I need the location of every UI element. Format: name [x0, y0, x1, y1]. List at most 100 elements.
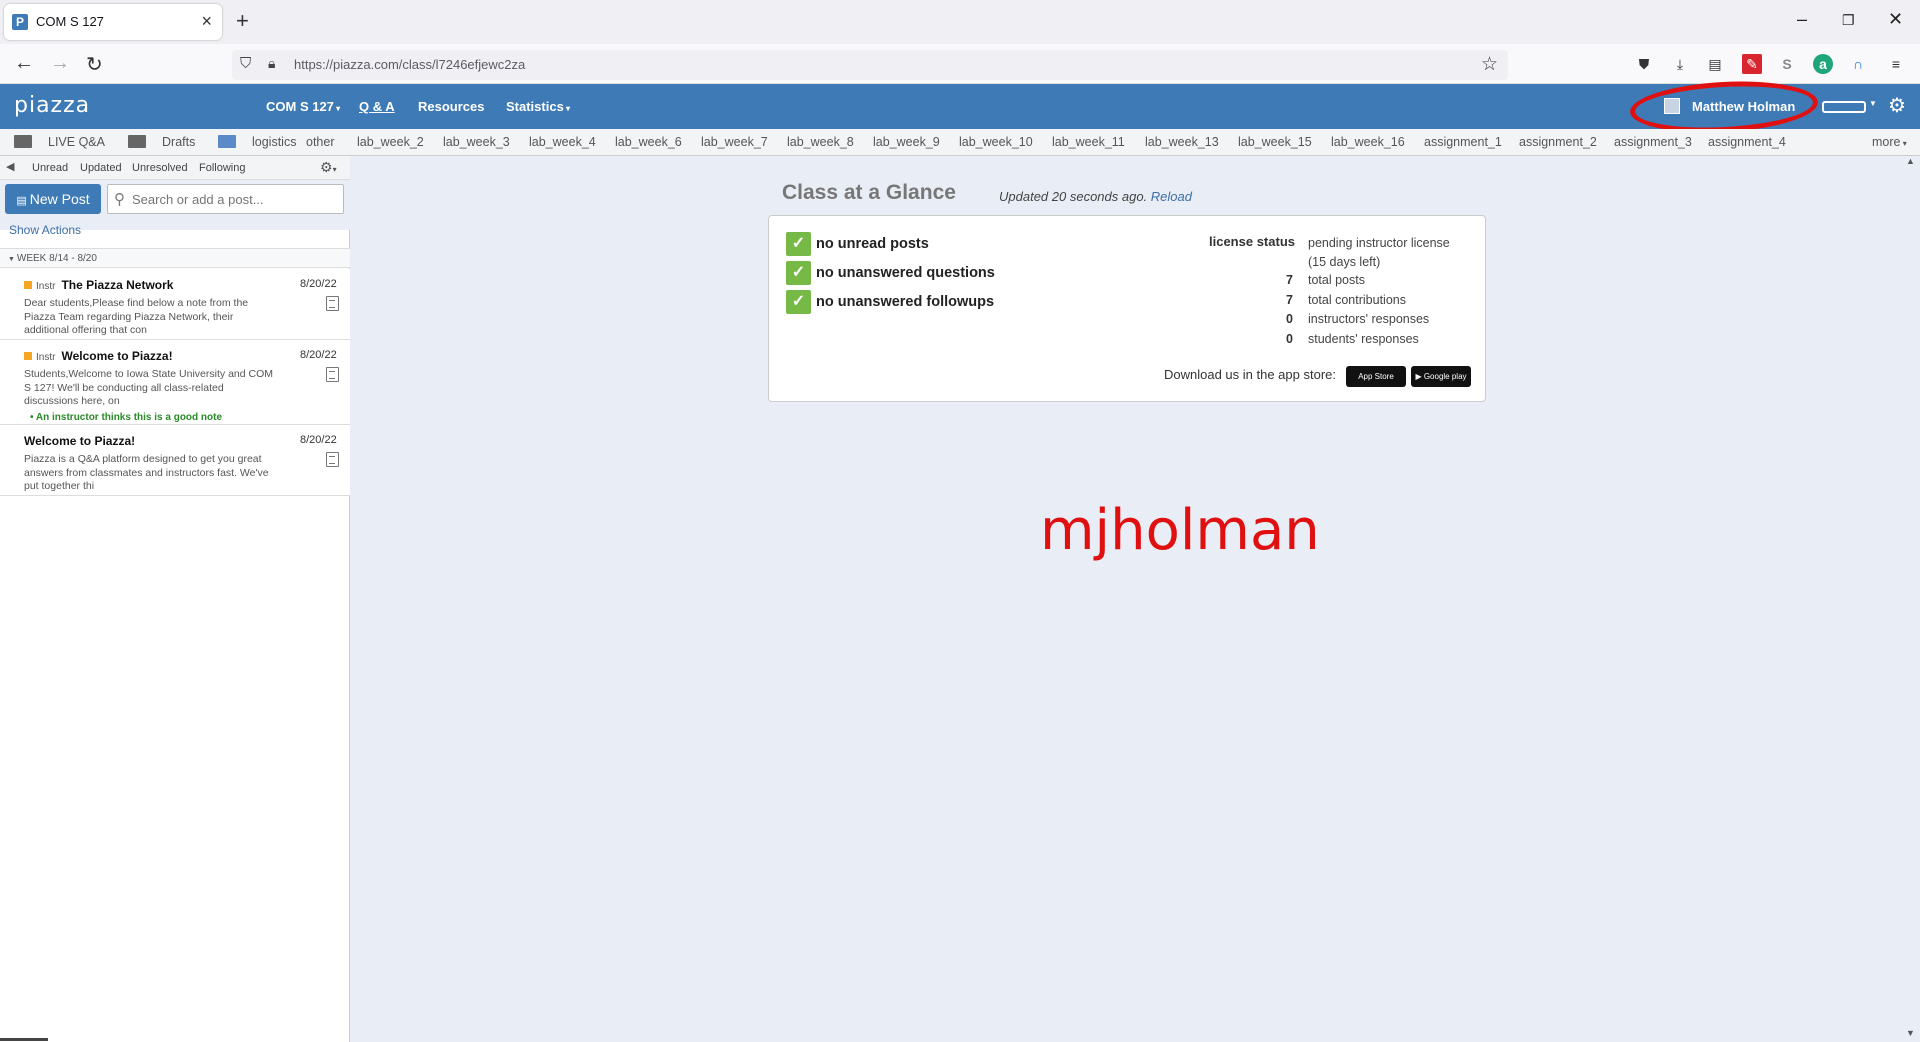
more-folders-dropdown[interactable]: more ▾	[1872, 135, 1907, 149]
stat-label: students' responses	[1308, 332, 1419, 346]
page-title: Class at a Glance	[782, 181, 956, 204]
post-date: 8/20/22	[300, 278, 337, 290]
filter-updated[interactable]: Updated	[80, 162, 122, 174]
forward-icon[interactable]: →	[50, 52, 70, 75]
folder-drafts[interactable]: Drafts	[128, 135, 195, 149]
folder-item[interactable]: lab_week_7	[701, 135, 768, 149]
folder-logistics[interactable]: logistics	[218, 135, 296, 149]
gear-icon[interactable]: ⚙	[1888, 93, 1906, 118]
app-store-badge[interactable]: App Store	[1346, 366, 1406, 387]
show-actions-link[interactable]: Show Actions	[9, 223, 81, 237]
folder-item[interactable]: lab_week_9	[873, 135, 940, 149]
check-label: no unread posts	[816, 236, 929, 252]
folder-item[interactable]: lab_week_16	[1331, 135, 1405, 149]
scroll-up-icon[interactable]: ▲	[1906, 156, 1915, 166]
browser-tab-bar: P COM S 127 × + – ❐ ✕	[0, 0, 1920, 44]
window-close-icon[interactable]: ✕	[1888, 9, 1903, 30]
updated-status: Updated 20 seconds ago. Reload	[999, 189, 1192, 204]
piazza-favicon-icon: P	[12, 14, 28, 30]
checkmark-icon: ✓	[786, 261, 811, 285]
folder-item[interactable]: assignment_1	[1424, 135, 1502, 149]
note-icon	[326, 296, 339, 311]
list-item[interactable]: Instr The Piazza Network 8/20/22 Dear stu…	[0, 269, 350, 340]
extension-arc-icon[interactable]: ∩	[1848, 54, 1868, 74]
folder-icon	[128, 135, 146, 148]
tab-qa[interactable]: Q & A	[359, 99, 395, 114]
lock-icon[interactable]: 🔒︎	[268, 55, 275, 72]
url-text[interactable]: https://piazza.com/class/l7246efjewc2za	[294, 57, 525, 72]
stat-label: total contributions	[1308, 293, 1406, 307]
instructor-badge: Instr	[24, 281, 55, 292]
document-icon: ▤	[16, 195, 30, 207]
menu-icon[interactable]: ≡	[1886, 54, 1906, 74]
note-icon	[326, 367, 339, 382]
folder-item[interactable]: lab_week_11	[1052, 135, 1125, 149]
url-bar[interactable]: ⛉ 🔒︎ https://piazza.com/class/l7246efjew…	[232, 50, 1508, 80]
bookmark-star-icon[interactable]: ☆	[1481, 53, 1498, 76]
checkmark-icon: ✓	[786, 232, 811, 256]
extension-notes-icon[interactable]: ▤	[1705, 54, 1725, 74]
browser-nav-bar: ← → ↻ ⛉ 🔒︎ https://piazza.com/class/l724…	[0, 44, 1920, 84]
collapse-feed-icon[interactable]: ◀	[6, 160, 14, 173]
search-icon: ⚲	[114, 191, 125, 208]
check-label: no unanswered questions	[816, 265, 995, 281]
folder-item[interactable]: lab_week_4	[529, 135, 596, 149]
account-switch[interactable]	[1822, 101, 1866, 113]
folder-item[interactable]: assignment_2	[1519, 135, 1597, 149]
folder-icon	[218, 135, 236, 148]
close-tab-icon[interactable]: ×	[201, 11, 212, 32]
new-tab-icon[interactable]: +	[236, 8, 249, 34]
folder-live-qa[interactable]: LIVE Q&A	[14, 135, 105, 149]
chevron-down-icon[interactable]: ▼	[1869, 99, 1877, 108]
stat-number: 0	[1286, 332, 1293, 346]
list-item[interactable]: Welcome to Piazza! 8/20/22 Piazza is a Q…	[0, 425, 350, 496]
folder-item[interactable]: other	[306, 135, 335, 149]
tab-title: COM S 127	[36, 14, 104, 29]
reload-icon[interactable]: ↻	[86, 52, 103, 77]
filter-following[interactable]: Following	[199, 162, 245, 174]
piazza-logo[interactable]: piazza	[14, 93, 90, 118]
post-title: Welcome to Piazza!	[24, 434, 136, 448]
feed-settings-gear-icon[interactable]: ⚙▾	[320, 159, 337, 176]
course-dropdown[interactable]: COM S 127 ▾	[266, 99, 340, 114]
class-glance-card: ✓ no unread posts ✓ no unanswered questi…	[768, 215, 1486, 402]
folder-item[interactable]: assignment_4	[1708, 135, 1788, 149]
post-title: Instr Welcome to Piazza!	[24, 349, 173, 363]
filter-unresolved[interactable]: Unresolved	[132, 162, 188, 174]
folder-item[interactable]: lab_week_10	[959, 135, 1033, 149]
post-feed-panel: ◀ Unread Updated Unresolved Following ⚙▾…	[0, 156, 350, 1042]
tab-resources[interactable]: Resources	[418, 99, 484, 114]
minimize-icon[interactable]: –	[1797, 9, 1807, 30]
note-icon	[326, 452, 339, 467]
back-icon[interactable]: ←	[14, 52, 34, 75]
browser-tab[interactable]: P COM S 127 ×	[4, 4, 222, 40]
folder-item[interactable]: lab_week_8	[787, 135, 854, 149]
folder-item[interactable]: lab_week_6	[615, 135, 682, 149]
google-play-badge[interactable]: ▶ Google play	[1411, 366, 1471, 387]
tab-statistics[interactable]: Statistics ▾	[506, 99, 570, 114]
folder-item[interactable]: assignment_3	[1614, 135, 1694, 149]
caret-down-icon: ▼	[8, 256, 17, 263]
pocket-icon[interactable]: ⛊	[1634, 54, 1654, 74]
extension-pdf-icon[interactable]: ✎	[1742, 54, 1762, 74]
search-input[interactable]	[132, 190, 337, 208]
new-post-button[interactable]: ▤ New Post	[5, 184, 101, 214]
extension-s-icon[interactable]: S	[1777, 54, 1797, 74]
shield-icon[interactable]: ⛉	[240, 55, 251, 72]
restore-icon[interactable]: ❐	[1842, 12, 1855, 29]
scrollbar[interactable]	[0, 1038, 48, 1041]
scrollbar[interactable]: ▲ ▼	[1900, 156, 1920, 1042]
extension-a-icon[interactable]: a	[1813, 54, 1833, 74]
folder-item[interactable]: lab_week_13	[1145, 135, 1219, 149]
folder-item[interactable]: lab_week_3	[443, 135, 510, 149]
stat-number: 0	[1286, 312, 1293, 326]
downloads-icon[interactable]: ⤓	[1670, 54, 1690, 74]
reload-link[interactable]: Reload	[1151, 189, 1192, 204]
scroll-down-icon[interactable]: ▼	[1906, 1028, 1915, 1038]
search-box[interactable]: ⚲	[107, 184, 344, 214]
week-group-header[interactable]: ▼ WEEK 8/14 - 8/20	[0, 248, 350, 268]
folder-item[interactable]: lab_week_2	[357, 135, 424, 149]
filter-unread[interactable]: Unread	[32, 162, 68, 174]
list-item[interactable]: Instr Welcome to Piazza! 8/20/22 Students…	[0, 340, 350, 425]
folder-item[interactable]: lab_week_15	[1238, 135, 1312, 149]
